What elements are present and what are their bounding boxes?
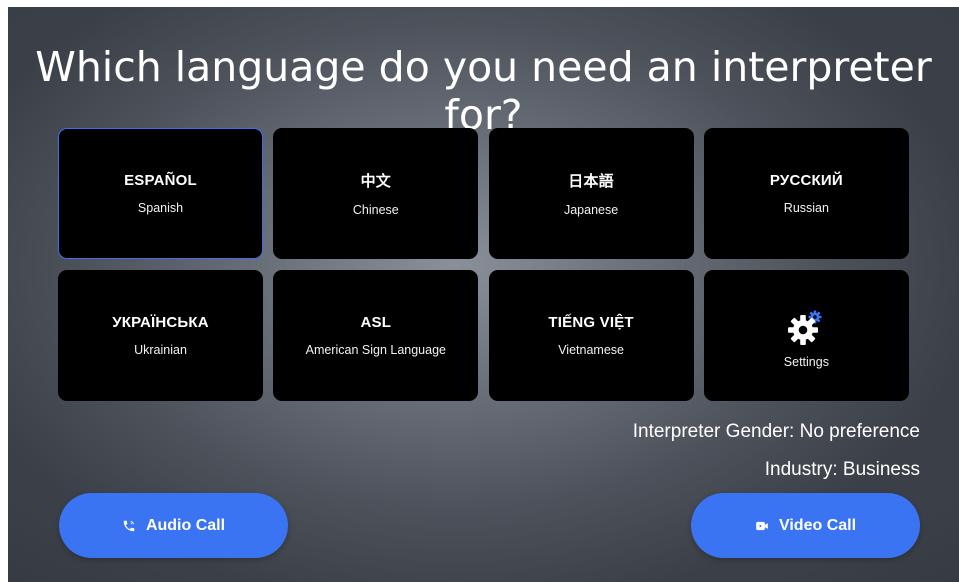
kiosk-screen: Which language do you need an interprete… — [8, 7, 959, 582]
language-native-name: 中文 — [360, 173, 391, 190]
industry-text: Industry: Business — [764, 459, 920, 480]
language-native-name: УКРАЇНСЬКА — [112, 314, 209, 331]
phone-icon — [122, 519, 136, 533]
audio-call-label: Audio Call — [145, 516, 226, 534]
language-tile-chinese[interactable]: 中文 Chinese — [273, 128, 479, 259]
interpreter-gender-text: Interpreter Gender: No preference — [632, 421, 920, 442]
language-english-name: Spanish — [137, 201, 184, 215]
video-call-button[interactable]: Video Call — [691, 493, 920, 558]
language-tile-spanish[interactable]: ESPAÑOL Spanish — [58, 128, 263, 259]
language-grid: ESPAÑOL Spanish 中文 Chinese 日本語 Japanese … — [58, 128, 920, 401]
language-english-name: Japanese — [563, 203, 619, 217]
language-tile-vietnamese[interactable]: TIẾNG VIỆT Vietnamese — [488, 270, 694, 401]
language-native-name: TIẾNG VIỆT — [548, 314, 634, 331]
video-camera-icon — [755, 519, 769, 533]
language-english-name: Russian — [783, 201, 829, 215]
language-native-name: ASL — [360, 314, 392, 331]
language-native-name: РУССКИЙ — [769, 172, 843, 189]
audio-call-button[interactable]: Audio Call — [59, 493, 288, 558]
language-native-name: 日本語 — [568, 173, 614, 190]
language-english-name: Chinese — [352, 203, 399, 217]
gear-icon — [786, 307, 826, 347]
language-english-name: Vietnamese — [558, 343, 624, 357]
settings-tile[interactable]: Settings — [703, 270, 909, 401]
language-english-name: Ukrainian — [134, 343, 187, 357]
language-english-name: American Sign Language — [305, 343, 446, 357]
language-native-name: ESPAÑOL — [124, 172, 197, 189]
language-tile-russian[interactable]: РУССКИЙ Russian — [703, 128, 909, 259]
settings-label: Settings — [783, 354, 829, 369]
language-tile-japanese[interactable]: 日本語 Japanese — [488, 128, 694, 259]
language-tile-asl[interactable]: ASL American Sign Language — [273, 270, 479, 401]
page-title: Which language do you need an interprete… — [35, 43, 932, 139]
video-call-label: Video Call — [778, 516, 857, 534]
language-tile-ukrainian[interactable]: УКРАЇНСЬКА Ukrainian — [58, 270, 263, 401]
